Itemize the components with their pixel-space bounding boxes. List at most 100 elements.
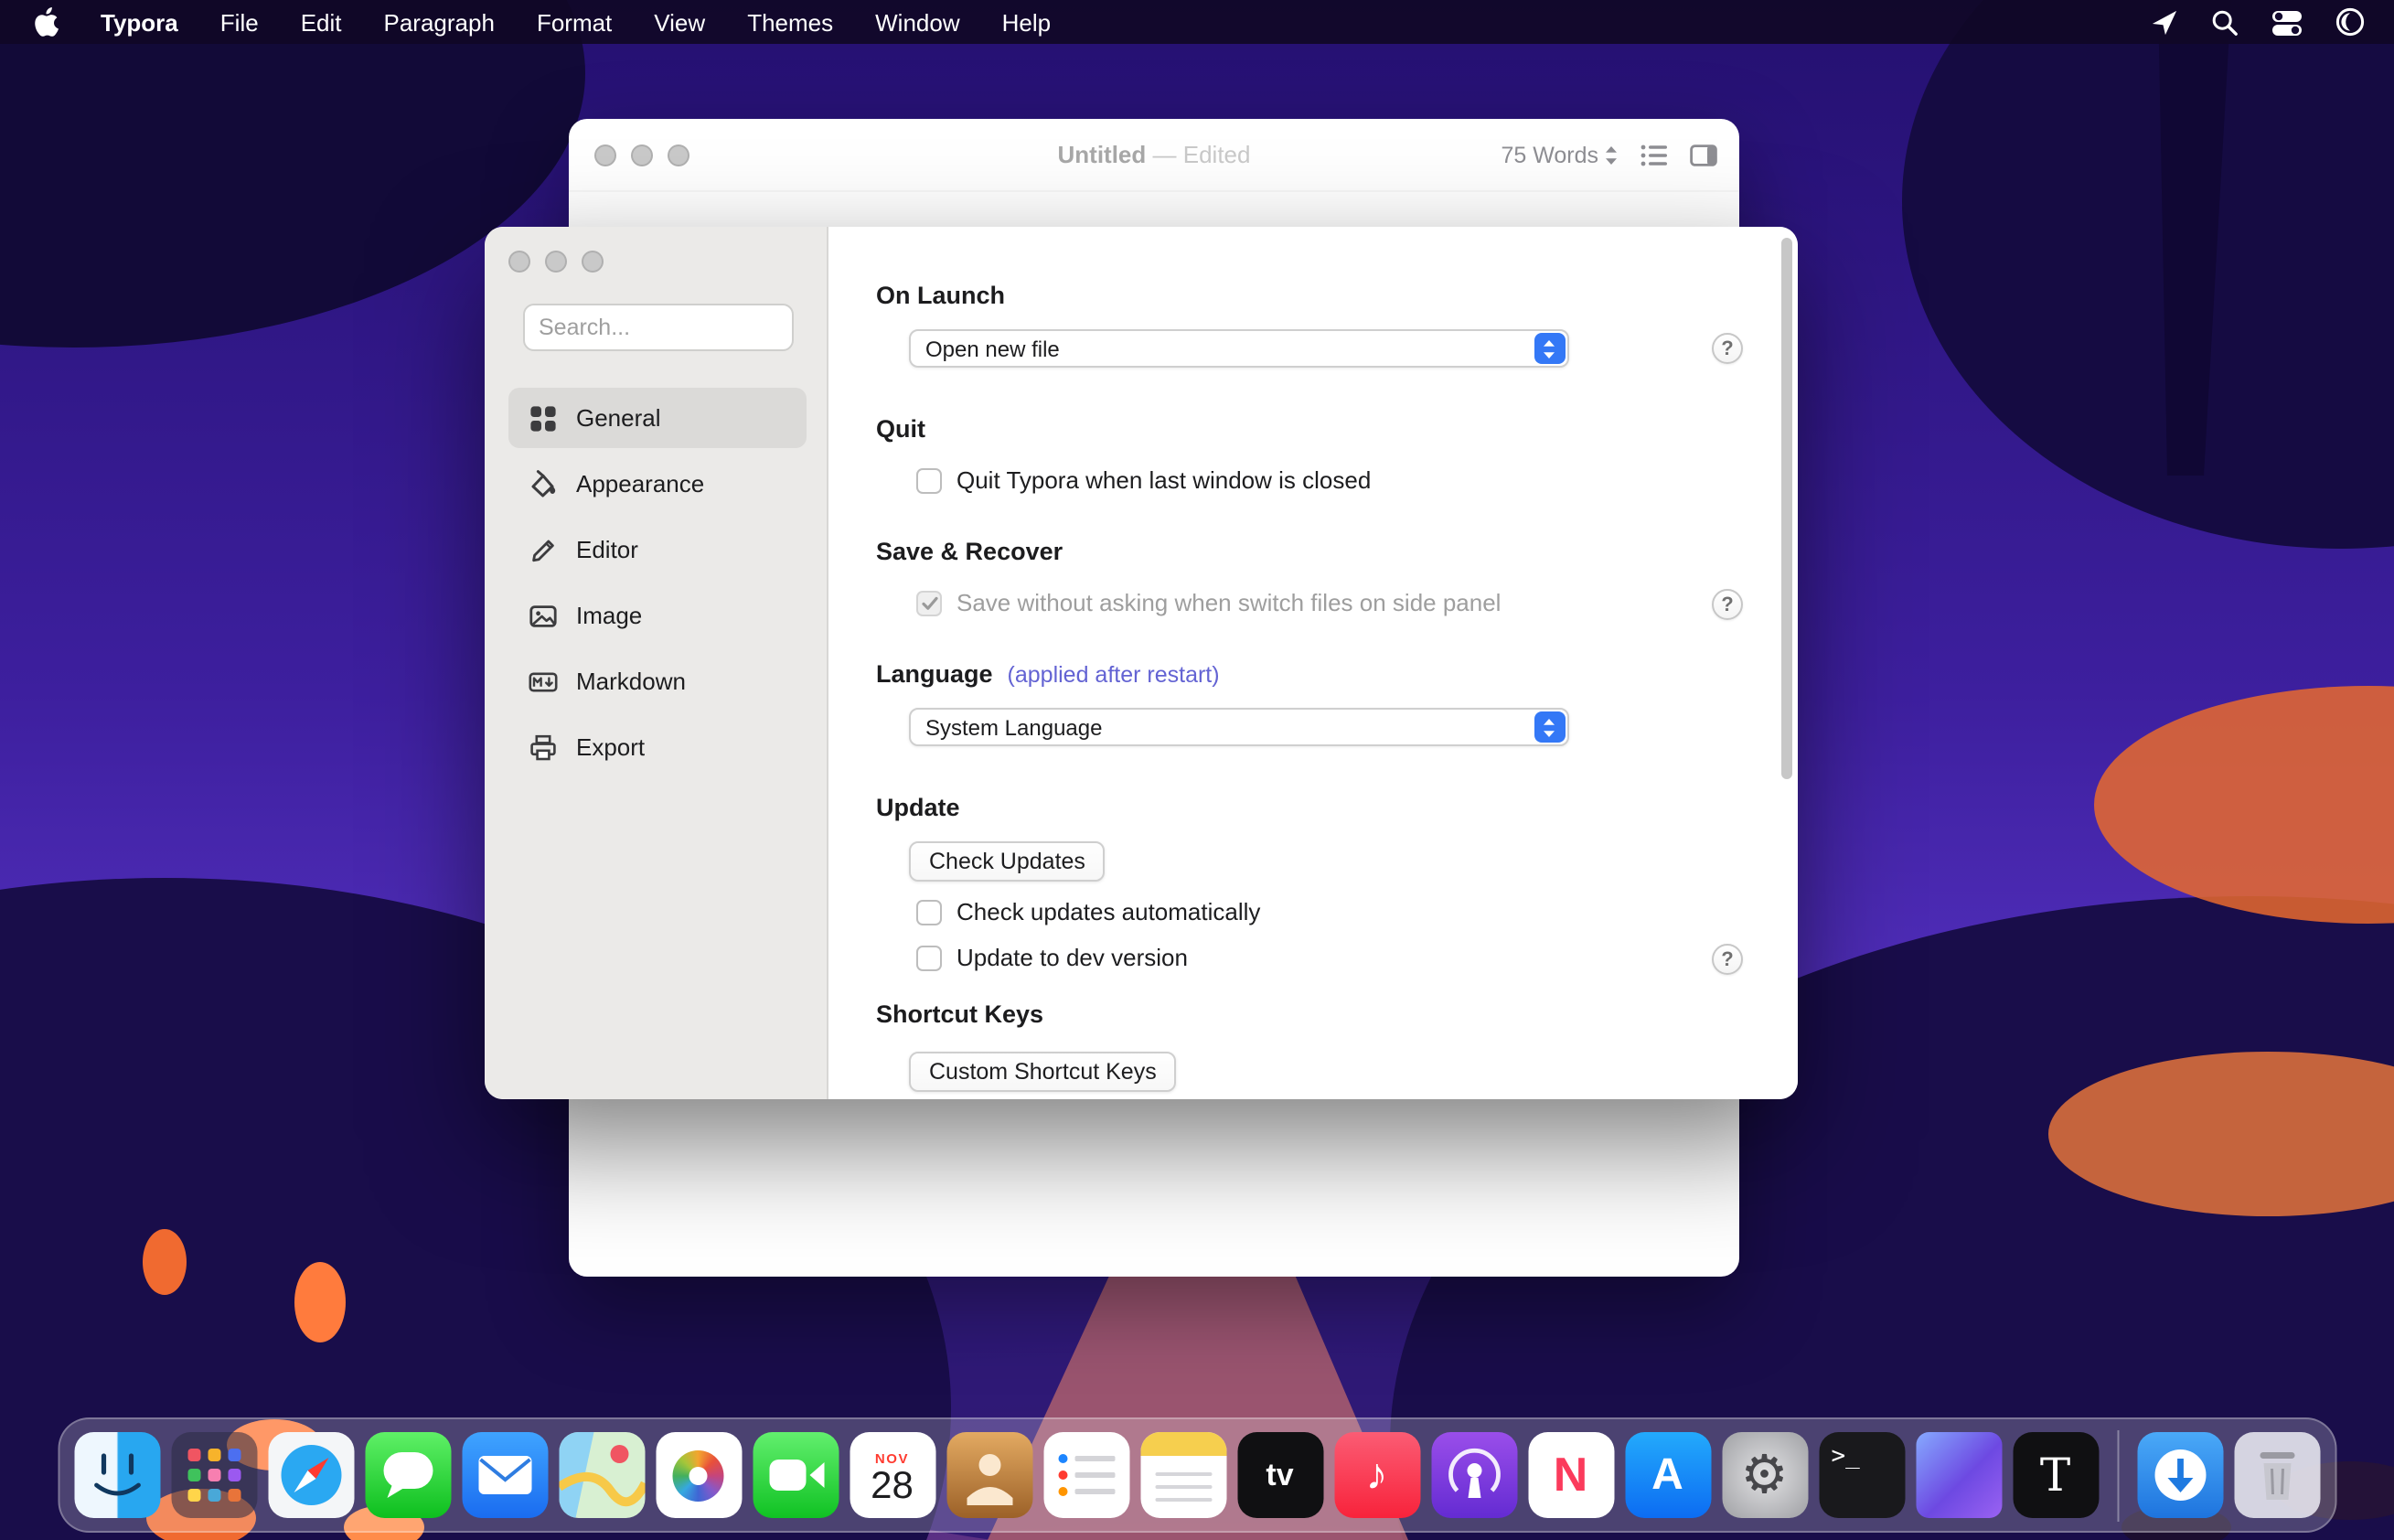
export-printer-icon <box>527 732 558 763</box>
sidebar-item-image[interactable]: Image <box>508 585 807 646</box>
podcasts-icon[interactable] <box>1431 1432 1517 1518</box>
section-heading-shortcut-keys: Shortcut Keys <box>876 1000 1750 1030</box>
dock: NOV 28 tv ♪ N A ⚙ <box>58 1417 2337 1533</box>
finder-icon[interactable] <box>74 1432 160 1518</box>
sidebar-item-label: Appearance <box>576 470 704 497</box>
calendar-day: 28 <box>871 1466 914 1506</box>
dropdown-value: Open new file <box>911 336 1534 361</box>
section-heading-quit: Quit <box>876 415 1750 444</box>
zoom-button[interactable] <box>582 251 604 273</box>
menu-item-file[interactable]: File <box>220 8 259 36</box>
document-titlebar: Untitled — Edited 75 Words <box>569 119 1739 192</box>
check-updates-button[interactable]: Check Updates <box>909 841 1106 882</box>
menu-item-format[interactable]: Format <box>537 8 612 36</box>
news-icon[interactable]: N <box>1528 1432 1614 1518</box>
section-heading-on-launch: On Launch <box>876 282 1750 311</box>
messages-icon[interactable] <box>365 1432 451 1518</box>
check-icon <box>921 595 937 610</box>
contacts-icon[interactable] <box>946 1432 1032 1518</box>
sidebar-item-label: Markdown <box>576 668 686 695</box>
section-heading-language: Language(applied after restart) <box>876 660 1750 690</box>
pencil-icon <box>527 534 558 565</box>
preferences-window: General Appearance <box>485 227 1798 1099</box>
preferences-sidebar: General Appearance <box>485 227 828 1099</box>
check-updates-automatically-checkbox[interactable] <box>916 899 942 925</box>
preferences-content: On Launch Open new file ? Quit Quit Typo… <box>828 227 1798 1099</box>
word-count[interactable]: 75 Words <box>1501 143 1619 168</box>
safari-icon[interactable] <box>268 1432 354 1518</box>
update-dev-checkbox-row: Update to dev version ? <box>916 944 1750 971</box>
image-preview-icon[interactable] <box>1916 1432 2002 1518</box>
save-without-asking-checkbox[interactable] <box>916 590 942 615</box>
menu-item-themes[interactable]: Themes <box>747 8 833 36</box>
sidebar-item-editor[interactable]: Editor <box>508 519 807 580</box>
sidebar-item-label: General <box>576 404 661 432</box>
outline-list-icon[interactable] <box>1641 144 1668 166</box>
sidebar-item-appearance[interactable]: Appearance <box>508 454 807 514</box>
apple-menu-icon[interactable] <box>33 7 59 37</box>
close-button[interactable] <box>508 251 530 273</box>
language-note: (applied after restart) <box>1008 662 1220 688</box>
location-icon[interactable] <box>2151 8 2178 36</box>
menu-item-paragraph[interactable]: Paragraph <box>384 8 495 36</box>
custom-shortcut-keys-button[interactable]: Custom Shortcut Keys <box>909 1052 1177 1092</box>
sidebar-item-export[interactable]: Export <box>508 717 807 777</box>
menu-item-help[interactable]: Help <box>1002 8 1052 36</box>
dock-separator <box>2117 1429 2120 1521</box>
facetime-icon[interactable] <box>753 1432 839 1518</box>
dropdown-value: System Language <box>911 714 1534 740</box>
on-launch-help-button[interactable]: ? <box>1712 333 1743 364</box>
image-icon <box>527 600 558 631</box>
music-icon[interactable]: ♪ <box>1334 1432 1420 1518</box>
general-grid-icon <box>527 402 558 433</box>
menu-item-window[interactable]: Window <box>875 8 960 36</box>
quit-checkbox-label: Quit Typora when last window is closed <box>957 466 1371 494</box>
menu-app-name[interactable]: Typora <box>101 8 178 36</box>
desktop: Typora File Edit Paragraph Format View T… <box>0 0 2394 1540</box>
sidebar-item-general[interactable]: General <box>508 388 807 448</box>
preferences-nav: General Appearance <box>508 388 807 777</box>
app-store-icon[interactable]: A <box>1625 1432 1711 1518</box>
menu-bar: Typora File Edit Paragraph Format View T… <box>0 0 2394 44</box>
calendar-icon[interactable]: NOV 28 <box>850 1432 935 1518</box>
sidebar-item-label: Editor <box>576 536 638 563</box>
downloads-icon[interactable] <box>2138 1432 2224 1518</box>
update-dev-version-checkbox[interactable] <box>916 945 942 970</box>
check-updates-automatically-label: Check updates automatically <box>957 898 1260 925</box>
search-icon[interactable] <box>2211 8 2239 36</box>
focus-icon[interactable] <box>2335 7 2365 37</box>
save-recover-checkbox-row: Save without asking when switch files on… <box>916 589 1750 616</box>
system-settings-icon[interactable]: ⚙ <box>1722 1432 1808 1518</box>
notes-icon[interactable] <box>1140 1432 1226 1518</box>
reminders-icon[interactable] <box>1043 1432 1129 1518</box>
menu-item-edit[interactable]: Edit <box>301 8 342 36</box>
sidebar-item-label: Image <box>576 602 642 629</box>
word-count-stepper-icon <box>1604 144 1619 166</box>
search-input[interactable] <box>522 304 793 351</box>
quit-checkbox-row: Quit Typora when last window is closed <box>916 466 1750 494</box>
update-dev-help-button[interactable]: ? <box>1712 944 1743 975</box>
minimize-button[interactable] <box>545 251 567 273</box>
menu-item-view[interactable]: View <box>654 8 705 36</box>
terminal-icon[interactable]: >_ <box>1819 1432 1905 1518</box>
maps-icon[interactable] <box>559 1432 645 1518</box>
on-launch-dropdown[interactable]: Open new file <box>909 329 1569 368</box>
typora-dock-icon[interactable]: T <box>2013 1432 2099 1518</box>
save-recover-help-button[interactable]: ? <box>1712 589 1743 620</box>
dropdown-stepper-icon <box>1534 711 1565 743</box>
update-auto-checkbox-row: Check updates automatically <box>916 898 1750 925</box>
sidebar-panel-icon[interactable] <box>1690 144 1717 166</box>
quit-checkbox[interactable] <box>916 467 942 493</box>
launchpad-icon[interactable] <box>171 1432 257 1518</box>
section-heading-save-recover: Save & Recover <box>876 538 1750 567</box>
control-center-icon[interactable] <box>2271 8 2303 36</box>
update-dev-version-label: Update to dev version <box>957 944 1188 971</box>
trash-icon[interactable] <box>2235 1432 2321 1518</box>
mail-icon[interactable] <box>462 1432 548 1518</box>
apple-tv-icon[interactable]: tv <box>1237 1432 1323 1518</box>
photos-icon[interactable] <box>656 1432 742 1518</box>
paint-bucket-icon <box>527 468 558 499</box>
scrollbar-thumb[interactable] <box>1781 238 1792 779</box>
sidebar-item-markdown[interactable]: Markdown <box>508 651 807 711</box>
language-dropdown[interactable]: System Language <box>909 708 1569 746</box>
